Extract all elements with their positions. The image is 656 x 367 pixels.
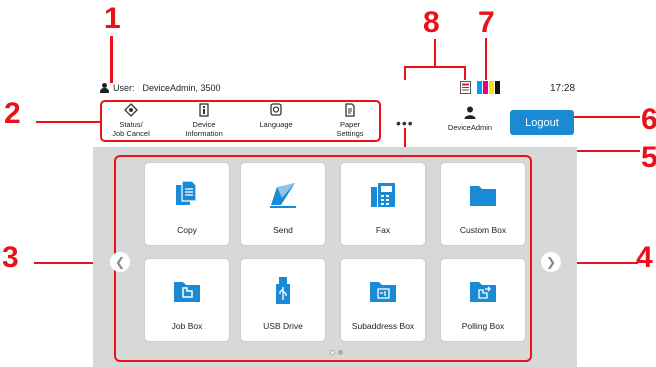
callout-7: 7 [478, 6, 495, 39]
toner-black [495, 81, 500, 94]
callout-4: 4 [636, 241, 653, 274]
prev-page-button[interactable]: ❮ [110, 252, 130, 272]
callout-frame-tabs [100, 100, 381, 142]
callout-line-8-left [404, 66, 406, 80]
callout-line-8-right [464, 66, 466, 80]
more-options-icon[interactable]: ••• [396, 116, 414, 130]
chevron-left-icon: ❮ [114, 255, 126, 269]
callout-line-1 [110, 36, 113, 83]
user-label: User: [113, 83, 135, 93]
callout-line-8 [434, 39, 436, 66]
toner-levels [477, 81, 500, 94]
chevron-right-icon: ❯ [545, 255, 557, 269]
logout-button[interactable]: Logout [510, 110, 574, 135]
page-dot [330, 350, 335, 355]
callout-line-8-bar [404, 66, 466, 68]
page-indicator [330, 350, 343, 355]
device-status-icons[interactable] [460, 80, 500, 94]
user-value: DeviceAdmin, 3500 [142, 83, 221, 93]
callout-1: 1 [104, 2, 121, 35]
page-dot [338, 350, 343, 355]
callout-3: 3 [2, 241, 19, 274]
callout-line-2 [36, 121, 101, 123]
login-user-info: User: DeviceAdmin, 3500 [100, 83, 221, 93]
callout-8: 8 [423, 6, 440, 39]
clock: 17:28 [550, 83, 576, 94]
callout-line-7 [485, 38, 487, 80]
toner-cyan [477, 81, 482, 94]
toner-yellow [489, 81, 494, 94]
toner-magenta [483, 81, 488, 94]
printer-status-icon [460, 81, 471, 94]
callout-6: 6 [641, 103, 656, 136]
account-name: DeviceAdmin [447, 123, 493, 132]
account-icon [464, 106, 476, 119]
account-button[interactable]: DeviceAdmin [440, 106, 500, 132]
next-page-button[interactable]: ❯ [541, 252, 561, 272]
callout-frame-tiles [114, 155, 532, 362]
user-icon [100, 83, 109, 93]
callout-5: 5 [641, 141, 656, 174]
callout-2: 2 [4, 97, 21, 130]
